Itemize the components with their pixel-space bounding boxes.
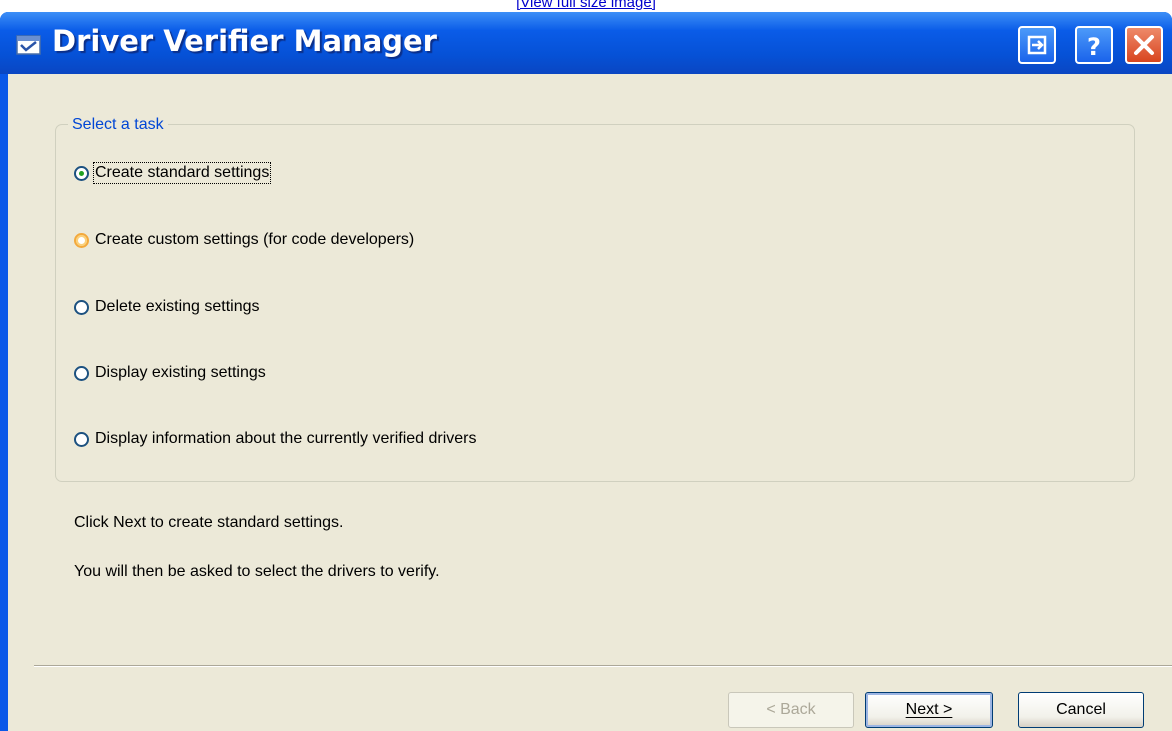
cancel-button-label: Cancel xyxy=(1056,701,1106,718)
radio-button-icon xyxy=(74,299,89,315)
radio-label: Display existing settings xyxy=(95,364,266,381)
radio-label: Delete existing settings xyxy=(95,298,260,315)
radio-button-icon xyxy=(74,431,89,447)
window-title: Driver Verifier Manager xyxy=(52,24,437,58)
task-groupbox: Select a task Create standard settings C… xyxy=(55,115,1135,482)
radio-button-icon xyxy=(74,165,89,181)
radio-selected-dot xyxy=(79,170,84,176)
back-button[interactable]: < Back xyxy=(728,692,854,728)
window-minimize-button[interactable] xyxy=(1018,26,1056,64)
dialog-window: Driver Verifier Manager ? Select a task … xyxy=(0,12,1172,731)
window-minimize-icon xyxy=(1027,35,1047,55)
radio-button-icon xyxy=(74,365,89,381)
description-line-1: Click Next to create standard settings. xyxy=(74,514,344,531)
radio-delete-existing[interactable]: Delete existing settings xyxy=(74,295,260,319)
dialog-body: Select a task Create standard settings C… xyxy=(8,74,1172,731)
radio-display-existing[interactable]: Display existing settings xyxy=(74,361,266,385)
description-line-2: You will then be asked to select the dri… xyxy=(74,563,440,580)
radio-create-standard[interactable]: Create standard settings xyxy=(74,161,272,185)
separator xyxy=(34,665,1172,667)
radio-create-custom[interactable]: Create custom settings (for code develop… xyxy=(74,228,414,252)
radio-display-verified-info[interactable]: Display information about the currently … xyxy=(74,427,477,451)
cancel-button[interactable]: Cancel xyxy=(1018,692,1144,728)
radio-label: Display information about the currently … xyxy=(95,430,477,447)
close-button[interactable] xyxy=(1125,26,1163,64)
group-legend: Select a task xyxy=(68,115,168,135)
title-bar[interactable]: Driver Verifier Manager ? xyxy=(0,12,1172,74)
driver-verifier-icon xyxy=(16,34,42,56)
back-button-label: < Back xyxy=(766,701,816,718)
next-button-label: Next > xyxy=(905,701,953,718)
next-button[interactable]: Next > xyxy=(865,692,993,728)
help-button[interactable]: ? xyxy=(1075,26,1113,64)
radio-label: Create custom settings (for code develop… xyxy=(95,231,415,248)
close-icon xyxy=(1134,35,1154,55)
svg-text:?: ? xyxy=(1087,33,1101,61)
radio-label: Create standard settings xyxy=(92,162,272,184)
radio-button-icon xyxy=(74,232,89,248)
help-icon: ? xyxy=(1087,33,1101,61)
